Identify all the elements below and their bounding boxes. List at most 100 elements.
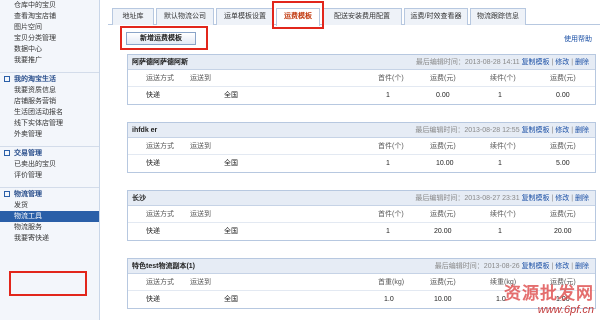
row-fee: 10.00 [434,296,452,303]
sidebar-item-image-space[interactable]: 图片空间 [0,22,99,33]
highlight-box [9,271,87,296]
sidebar-section-title: 物流管理 [14,191,42,198]
tab-fee-viewer[interactable]: 运费/时效查看器 [404,8,468,25]
template-header: 特色test物流副本(1) 最后编辑时间：2013-08-26 复制模板 | 修… [128,259,595,274]
sidebar-item-warehouse[interactable]: 仓库中的宝贝 [0,0,99,11]
table-row: 快递 全国 1 10.00 1 5.00 [128,155,595,172]
edit-template-link[interactable]: 修改 [555,195,569,202]
tab-bar: 地址库 默认物流公司 运单模板设置 运费模板 配送安装费用配置 运费/时效查看器… [108,5,600,26]
help-link[interactable]: 使用帮助 [564,34,592,44]
sidebar-item-send-express[interactable]: 我要寄快递 [0,233,99,244]
template-header: ihfdk er 最后编辑时间：2013-08-28 12:55 复制模板 | … [128,123,595,138]
sidebar-item-logistics-service[interactable]: 物流服务 [0,222,99,233]
sidebar-item-ship[interactable]: 发货 [0,200,99,211]
sidebar-section-title: 交易管理 [14,150,42,157]
template-name: 长沙 [132,195,146,202]
template-name: ihfdk er [132,127,158,134]
template-name: 特色test物流副本(1) [132,263,196,270]
row-rest: 0.00 [556,92,570,99]
sidebar-item-promote[interactable]: 我要推广 [0,55,99,66]
sidebar-item-reviews[interactable]: 评价管理 [0,170,99,181]
row-fee: 10.00 [436,160,454,167]
row-method: 快递 [146,160,160,167]
delete-template-link[interactable]: 删除 [575,127,589,134]
col-dest: 运送到 [190,143,211,150]
sidebar-item-data-center[interactable]: 数据中心 [0,44,99,55]
delete-template-link[interactable]: 删除 [575,59,589,66]
sidebar-item-logistics-tools[interactable]: 物流工具 [0,211,99,222]
copy-template-link[interactable]: 复制模板 [522,195,550,202]
sidebar-section-trade[interactable]: 交易管理 [0,146,99,159]
template-card: 长沙 最后编辑时间：2013-08-27 23:31 复制模板 | 修改 | 删… [127,190,596,241]
row-dest: 全国 [224,228,238,235]
col-fee: 运费(元) [430,279,456,286]
copy-template-link[interactable]: 复制模板 [522,59,550,66]
highlight-box [272,1,324,29]
sidebar-item-view-shop[interactable]: 查看淘宝店铺 [0,11,99,22]
row-rest: 5.00 [556,160,570,167]
col-method: 运送方式 [146,279,174,286]
template-meta: 最后编辑时间：2013-08-28 14:11 复制模板 | 修改 | 删除 [415,59,589,66]
col-fee: 运费(元) [430,211,456,218]
highlight-box [120,26,208,50]
sidebar-item-group-signup[interactable]: 生活团活动报名 [0,107,99,118]
edit-template-link[interactable]: 修改 [555,127,569,134]
edit-template-link[interactable]: 修改 [555,59,569,66]
col-cont: 续件(个) [490,211,516,218]
row-cont: 1 [498,228,502,235]
delete-template-link[interactable]: 删除 [575,195,589,202]
sidebar-item-sold[interactable]: 已卖出的宝贝 [0,159,99,170]
watermark-title: 资源批发网 [504,284,594,303]
row-fee: 20.00 [434,228,452,235]
watermark: 资源批发网 www.6pf.cn [504,279,594,316]
col-first: 首件(个) [378,75,404,82]
sidebar-section-title: 我的淘宝生活 [14,76,56,83]
tab-default-carrier[interactable]: 默认物流公司 [156,8,214,25]
sidebar-item-takeout[interactable]: 外卖管理 [0,129,99,140]
tab-install-fee[interactable]: 配送安装费用配置 [322,8,402,25]
sidebar-section-logistics[interactable]: 物流管理 [0,187,99,200]
collapse-icon [4,191,10,197]
table-row: 快递 全国 1 0.00 1 0.00 [128,87,595,104]
sidebar-item-category[interactable]: 宝贝分类管理 [0,33,99,44]
row-first: 1 [386,92,390,99]
row-first: 1 [386,160,390,167]
col-method: 运送方式 [146,211,174,218]
copy-template-link[interactable]: 复制模板 [522,127,550,134]
row-first: 1.0 [384,296,394,303]
delete-template-link[interactable]: 删除 [575,263,589,270]
template-card: 阿萨德阿萨德阿斯 最后编辑时间：2013-08-28 14:11 复制模板 | … [127,54,596,105]
template-updated: 最后编辑时间：2013-08-28 12:55 [415,127,520,134]
sidebar-item-offline-store[interactable]: 线下实体店管理 [0,118,99,129]
collapse-icon [4,76,10,82]
sidebar-item-marketing[interactable]: 店铺服务营销 [0,96,99,107]
copy-template-link[interactable]: 复制模板 [522,263,550,270]
col-dest: 运送到 [190,75,211,82]
row-dest: 全国 [224,92,238,99]
col-rest: 运费(元) [550,143,576,150]
template-header: 长沙 最后编辑时间：2013-08-27 23:31 复制模板 | 修改 | 删… [128,191,595,206]
col-rest: 运费(元) [550,75,576,82]
col-rest: 运费(元) [550,211,576,218]
row-dest: 全国 [224,296,238,303]
row-cont: 1 [498,92,502,99]
sidebar-section-life[interactable]: 我的淘宝生活 [0,72,99,85]
template-meta: 最后编辑时间：2013-08-28 12:55 复制模板 | 修改 | 删除 [415,127,589,134]
tab-waybill-template[interactable]: 运单模板设置 [216,8,274,25]
col-dest: 运送到 [190,279,211,286]
row-first: 1 [386,228,390,235]
tab-tracking[interactable]: 物流跟踪信息 [470,8,526,25]
template-column-header: 运送方式 运送到 首件(个) 运费(元) 续件(个) 运费(元) [128,138,595,155]
collapse-icon [4,150,10,156]
template-column-header: 运送方式 运送到 首件(个) 运费(元) 续件(个) 运费(元) [128,70,595,87]
row-rest: 20.00 [554,228,572,235]
col-method: 运送方式 [146,143,174,150]
edit-template-link[interactable]: 修改 [555,263,569,270]
sidebar-item-qualification[interactable]: 我要资质信息 [0,85,99,96]
col-first: 首件(个) [378,143,404,150]
row-dest: 全国 [224,160,238,167]
col-fee: 运费(元) [430,143,456,150]
watermark-url: www.6pf.cn [537,304,594,316]
col-cont: 续件(个) [490,143,516,150]
tab-address-book[interactable]: 地址库 [112,8,154,25]
